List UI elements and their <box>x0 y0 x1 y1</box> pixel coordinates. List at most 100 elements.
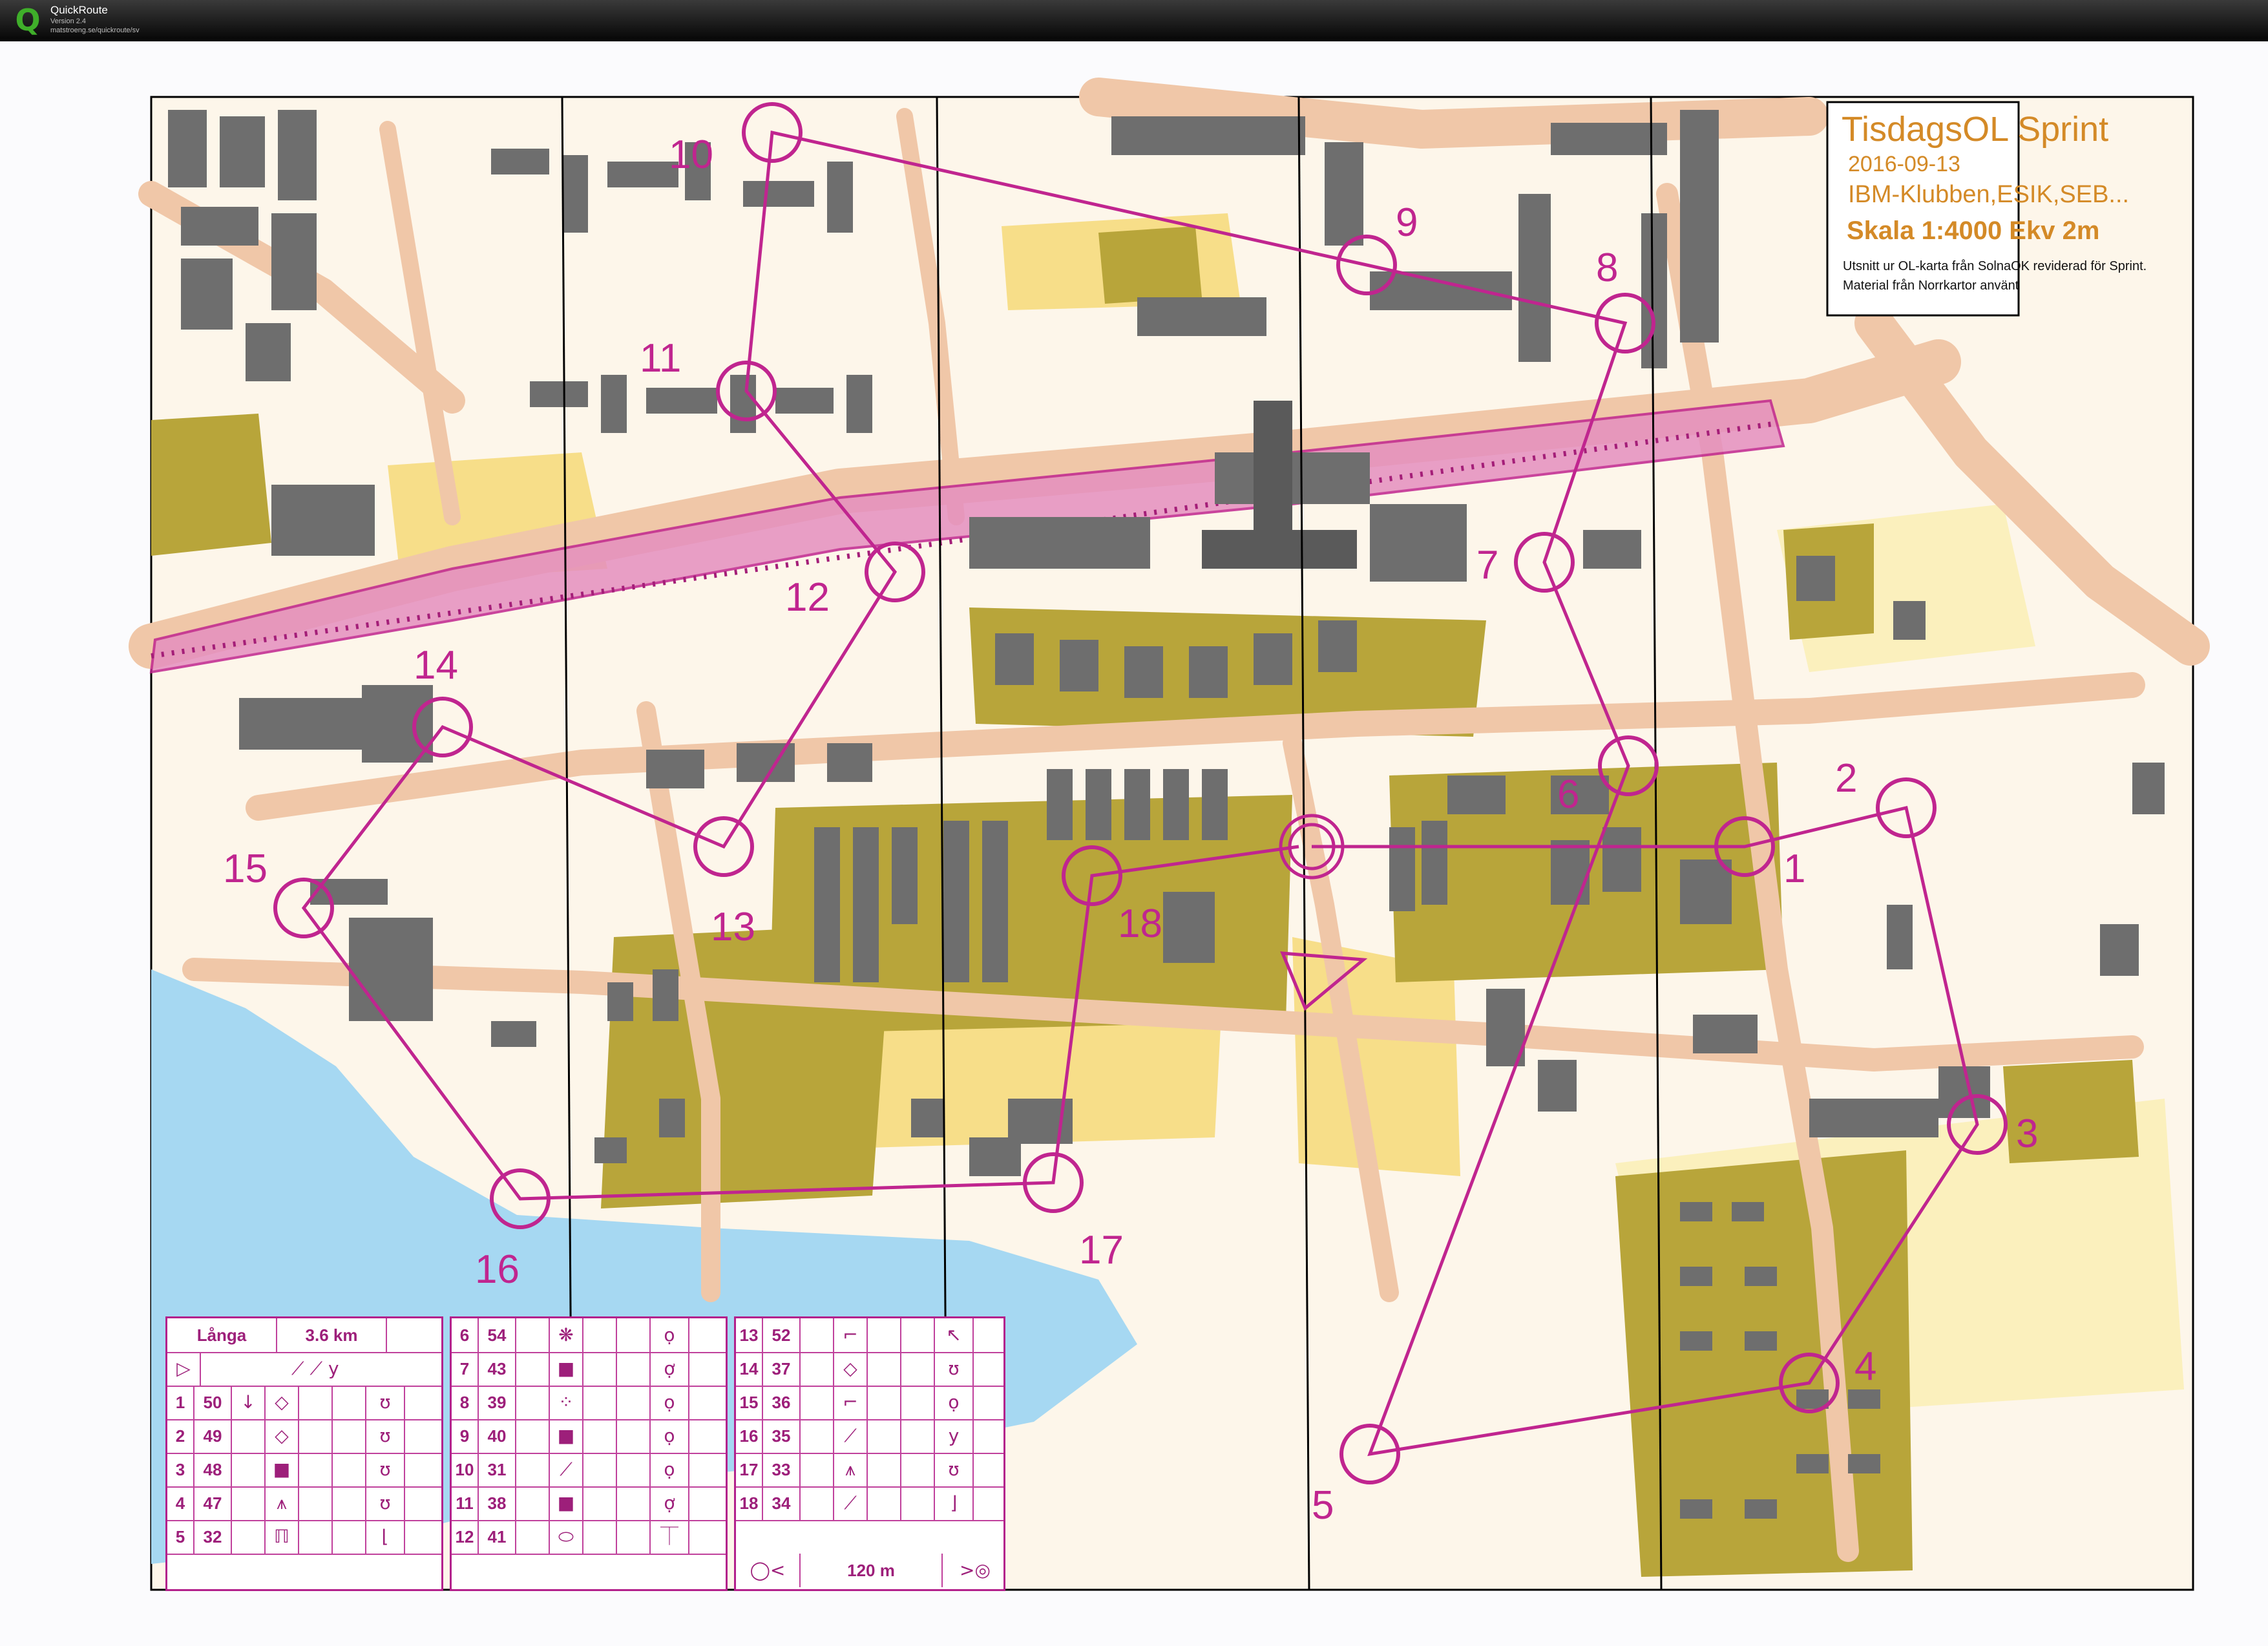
control-feature-symbol: ◇ <box>266 1419 299 1453</box>
control-location-symbol: ʊ <box>366 1386 405 1419</box>
control-column-e <box>583 1386 617 1419</box>
orienteering-map[interactable]: 1 2 3 4 5 6 7 8 9 10 11 12 13 14 15 16 1… <box>0 41 2268 1646</box>
app-title: QuickRoute <box>50 4 108 16</box>
app-version: Version 2.4 <box>50 17 87 25</box>
control-row: 10 31 ⟋ ọ <box>452 1453 726 1488</box>
control-location-symbol: ʊ <box>366 1453 405 1486</box>
control-column-e <box>868 1419 901 1453</box>
control-location-symbol: ⏉ <box>651 1520 689 1554</box>
control-column-h <box>405 1453 443 1486</box>
control-column-e <box>868 1318 901 1352</box>
control-location-symbol: ọ <box>935 1386 974 1419</box>
control-column-e <box>299 1419 333 1453</box>
control-feature-symbol: ⩚ <box>266 1486 299 1520</box>
control-code: 52 <box>763 1318 801 1352</box>
control-row: 16 35 ⟋ y <box>736 1419 1003 1454</box>
control-row: 12 41 ⬭ ⏉ <box>452 1520 726 1555</box>
control-feature-symbol: ■ <box>550 1486 583 1520</box>
start-description-icon: ⟋ ⟋ y <box>291 1358 339 1379</box>
control-number-11: 11 <box>640 336 681 381</box>
control-order: 13 <box>736 1318 763 1352</box>
control-column-f <box>901 1386 935 1419</box>
control-column-f <box>617 1419 651 1453</box>
control-feature-symbol: ⌐ <box>834 1386 868 1419</box>
control-column-h <box>405 1520 443 1554</box>
control-number-7: 7 <box>1476 543 1498 587</box>
control-column-f <box>333 1520 366 1554</box>
control-feature-symbol: ◇ <box>834 1352 868 1386</box>
control-column-f <box>901 1318 935 1352</box>
control-column-h <box>405 1386 443 1419</box>
map-scale: Skala 1:4000 Ekv 2m <box>1847 216 2099 245</box>
control-location-symbol: ʊ <box>935 1453 974 1486</box>
control-column-h <box>974 1352 1012 1386</box>
control-location-symbol: ʊ <box>935 1352 974 1386</box>
control-column-c-symbol <box>801 1352 834 1386</box>
control-column-f <box>333 1419 366 1453</box>
control-feature-symbol: ⟋ <box>834 1419 868 1453</box>
control-location-symbol: ợ <box>651 1486 689 1520</box>
event-title: TisdagsOL Sprint <box>1842 110 2108 149</box>
control-column-e <box>299 1486 333 1520</box>
control-feature-symbol: ⩚ <box>834 1453 868 1486</box>
control-column-f <box>617 1520 651 1554</box>
control-row: 17 33 ⩚ ʊ <box>736 1453 1003 1488</box>
control-number-9: 9 <box>1396 200 1418 245</box>
control-column-e <box>583 1318 617 1352</box>
control-code: 33 <box>763 1453 801 1486</box>
control-column-f <box>617 1352 651 1386</box>
control-number-5: 5 <box>1312 1483 1334 1528</box>
control-column-e <box>583 1352 617 1386</box>
control-column-h <box>974 1386 1012 1419</box>
control-order: 8 <box>452 1386 479 1419</box>
control-column-f <box>333 1486 366 1520</box>
control-order: 9 <box>452 1419 479 1453</box>
control-number-17: 17 <box>1079 1228 1124 1272</box>
control-code: 36 <box>763 1386 801 1419</box>
map-note-2: Material från Norrkartor använt <box>1843 279 2019 293</box>
control-column-c-symbol <box>801 1318 834 1352</box>
control-feature-symbol: ⬭ <box>550 1520 583 1554</box>
control-column-h <box>689 1318 728 1352</box>
control-column-c-symbol <box>801 1486 834 1520</box>
control-row: 5 32 ℿ ⌊ <box>167 1520 441 1555</box>
control-feature-symbol: ℿ <box>266 1520 299 1554</box>
app-url: matstroeng.se/quickroute/sv <box>50 26 140 34</box>
control-column-h <box>974 1419 1012 1453</box>
control-column-c-symbol: ↓ <box>232 1386 266 1419</box>
control-column-h <box>689 1386 728 1419</box>
control-column-f <box>617 1486 651 1520</box>
control-code: 48 <box>194 1453 232 1486</box>
control-column-f <box>901 1486 935 1520</box>
control-number-16: 16 <box>475 1247 520 1292</box>
control-code: 37 <box>763 1352 801 1386</box>
control-order: 2 <box>167 1419 194 1453</box>
control-column-c-symbol <box>801 1419 834 1453</box>
control-column-e <box>299 1520 333 1554</box>
control-column-h <box>974 1318 1012 1352</box>
control-row: 1 50 ↓ ◇ ʊ <box>167 1386 441 1420</box>
control-order: 5 <box>167 1520 194 1554</box>
control-feature-symbol: ⟋ <box>550 1453 583 1486</box>
control-column-h <box>689 1352 728 1386</box>
control-order: 11 <box>452 1486 479 1520</box>
finish-distance: 120 m <box>801 1554 943 1587</box>
control-column-e <box>299 1386 333 1419</box>
control-feature-symbol: ⟋ <box>834 1486 868 1520</box>
quickroute-logo-icon: Q <box>15 3 41 37</box>
control-order: 6 <box>452 1318 479 1352</box>
control-number-14: 14 <box>414 643 458 688</box>
control-description-table: Långa 3.6 km ▷ ⟋ ⟋ y 1 50 ↓ ◇ ʊ 2 49 ◇ ʊ 3 48 ■ ʊ 4 47… <box>165 1316 1005 1591</box>
control-location-symbol: ọ <box>651 1386 689 1419</box>
control-column-c-symbol <box>801 1453 834 1486</box>
control-number-15: 15 <box>223 847 268 891</box>
control-code: 31 <box>479 1453 516 1486</box>
control-column-h <box>689 1520 728 1554</box>
control-feature-symbol: ❋ <box>550 1318 583 1352</box>
control-table-column-1: Långa 3.6 km ▷ ⟋ ⟋ y 1 50 ↓ ◇ ʊ 2 49 ◇ ʊ 3 48 ■ ʊ 4 47… <box>165 1316 443 1591</box>
control-row: 7 43 ■ ợ <box>452 1352 726 1387</box>
finish-funnel-icon: ◯< <box>736 1554 801 1587</box>
control-column-c-symbol <box>516 1386 550 1419</box>
control-column-f <box>901 1419 935 1453</box>
control-column-e <box>583 1419 617 1453</box>
